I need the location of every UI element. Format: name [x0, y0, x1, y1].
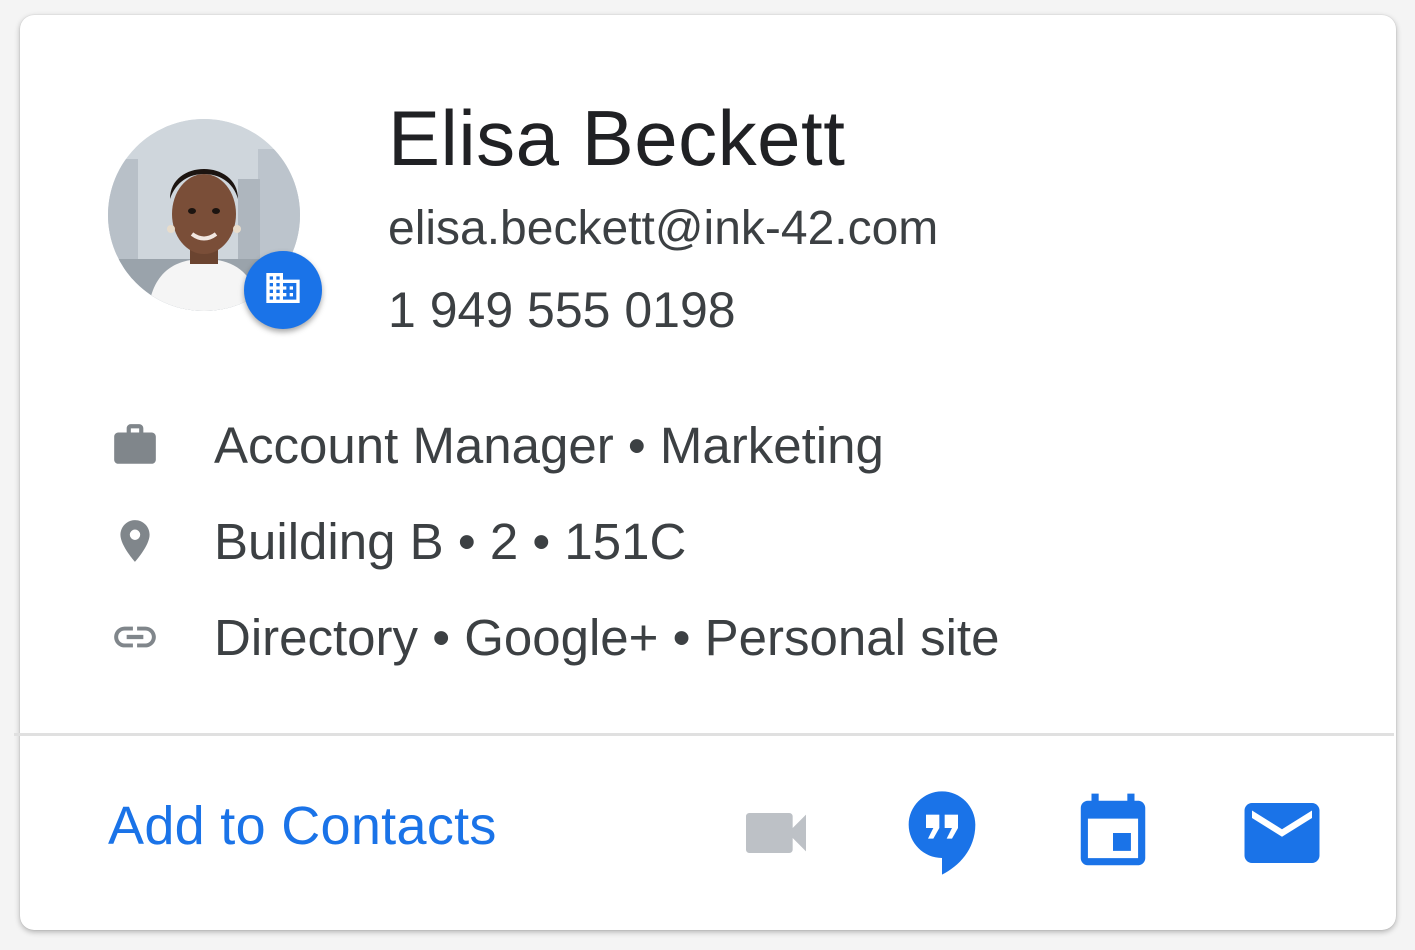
links-text[interactable]: Directory • Google+ • Personal site — [214, 608, 999, 667]
building-icon — [263, 268, 303, 313]
add-to-contacts-button[interactable]: Add to Contacts — [108, 795, 497, 857]
mail-icon — [1237, 788, 1327, 883]
hangouts-icon — [902, 788, 982, 883]
links-row: Directory • Google+ • Personal site — [110, 607, 999, 667]
location-row: Building B • 2 • 151C — [110, 511, 686, 571]
link-icon — [110, 612, 160, 662]
contact-name: Elisa Beckett — [388, 94, 846, 182]
job-title-text: Account Manager • Marketing — [214, 416, 884, 474]
location-text: Building B • 2 • 151C — [214, 512, 687, 570]
briefcase-icon — [110, 420, 160, 470]
calendar-icon — [1070, 790, 1156, 881]
video-call-button[interactable] — [726, 785, 826, 885]
building-badge — [244, 251, 322, 329]
job-row: Account Manager • Marketing — [110, 415, 884, 475]
calendar-button[interactable] — [1063, 785, 1163, 885]
contact-card: Elisa Beckett elisa.beckett@ink-42.com 1… — [14, 15, 1396, 930]
email-button[interactable] — [1232, 785, 1332, 885]
hangouts-chat-button[interactable] — [892, 785, 992, 885]
contact-phone[interactable]: 1 949 555 0198 — [388, 281, 736, 339]
divider — [14, 733, 1394, 736]
place-icon — [110, 516, 160, 566]
avatar-container — [108, 119, 322, 329]
video-camera-icon — [736, 793, 816, 878]
contact-email[interactable]: elisa.beckett@ink-42.com — [388, 201, 938, 256]
